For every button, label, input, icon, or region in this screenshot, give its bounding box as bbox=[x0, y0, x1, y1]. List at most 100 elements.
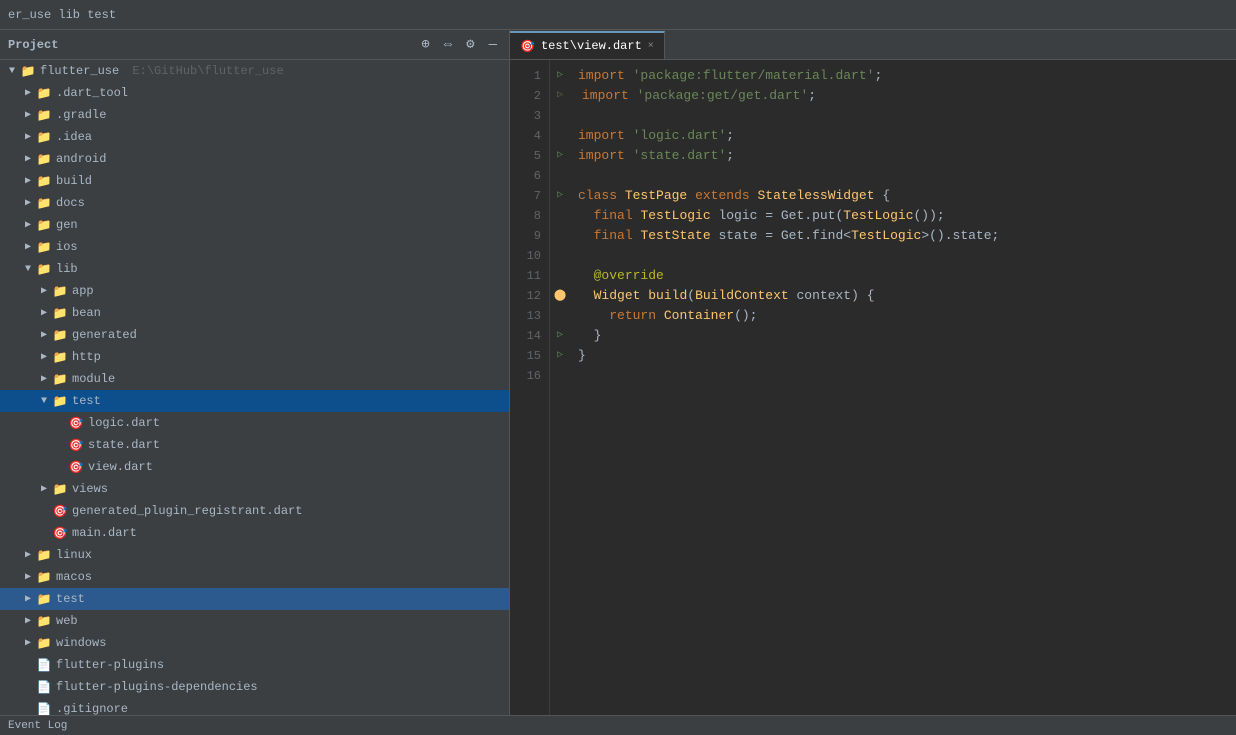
tree-item-main-dart[interactable]: 🎯 main.dart bbox=[0, 522, 509, 544]
tree-item-label: module bbox=[72, 372, 115, 386]
tree-item-label: .idea bbox=[56, 130, 92, 144]
line-num-7: 7 bbox=[510, 186, 541, 206]
code-editor: 1 2 3 4 5 6 7 8 9 10 11 12 13 14 15 16 ▷… bbox=[510, 60, 1236, 715]
tree-item-label: macos bbox=[56, 570, 92, 584]
tree-item-gradle[interactable]: ▶ 📁 .gradle bbox=[0, 104, 509, 126]
dart-file-icon: 🎯 bbox=[68, 439, 84, 451]
tree-item-generated-plugin[interactable]: 🎯 generated_plugin_registrant.dart bbox=[0, 500, 509, 522]
collapse-all-icon[interactable]: ⇔ bbox=[440, 35, 456, 55]
tree-item-gitignore[interactable]: 📄 .gitignore bbox=[0, 698, 509, 715]
tree-item-test-lib[interactable]: ▼ 📁 test bbox=[0, 390, 509, 412]
tree-item-flutter-plugins-dep[interactable]: 📄 flutter-plugins-dependencies bbox=[0, 676, 509, 698]
dart-file-icon: 🎯 bbox=[68, 417, 84, 429]
tree-item-android[interactable]: ▶ 📁 android bbox=[0, 148, 509, 170]
line-num-10: 10 bbox=[510, 246, 541, 266]
tree-item-idea[interactable]: ▶ 📁 .idea bbox=[0, 126, 509, 148]
tree-item-http[interactable]: ▶ 📁 http bbox=[0, 346, 509, 368]
gutter-14: ▷ bbox=[550, 326, 570, 346]
tree-item-dart-tool[interactable]: ▶ 📁 .dart_tool bbox=[0, 82, 509, 104]
code-line-13: return Container(); bbox=[578, 306, 1236, 326]
dart-file-icon: 🎯 bbox=[68, 461, 84, 473]
tree-item-bean[interactable]: ▶ 📁 bean bbox=[0, 302, 509, 324]
editor-area: 🎯 test\view.dart × 1 2 3 4 5 6 7 8 9 10 … bbox=[510, 30, 1236, 715]
code-line-4: import 'logic.dart'; bbox=[578, 126, 1236, 146]
tree-item-views[interactable]: ▶ 📁 views bbox=[0, 478, 509, 500]
gutter-8 bbox=[550, 206, 570, 226]
tree-item-logic-dart[interactable]: 🎯 logic.dart bbox=[0, 412, 509, 434]
tree-item-label: docs bbox=[56, 196, 85, 210]
settings-icon[interactable]: ⚙ bbox=[462, 34, 478, 55]
gutter-1: ▷ bbox=[550, 66, 570, 86]
add-icon[interactable]: ⊕ bbox=[417, 34, 433, 55]
tree-item-windows[interactable]: ▶ 📁 windows bbox=[0, 632, 509, 654]
project-root-icon: 📁 bbox=[20, 65, 36, 77]
code-line-16 bbox=[578, 366, 1236, 386]
folder-icon: 📁 bbox=[36, 109, 52, 121]
main-layout: Project ⊕ ⇔ ⚙ — ▼ 📁 flutter_use E:\GitHu… bbox=[0, 30, 1236, 715]
line-num-14: 14 bbox=[510, 326, 541, 346]
tree-item-flutter-plugins[interactable]: 📄 flutter-plugins bbox=[0, 654, 509, 676]
gutter-2: ▷ bbox=[550, 86, 570, 106]
dart-file-icon: 🎯 bbox=[52, 505, 68, 517]
config-file-icon: 📄 bbox=[36, 703, 52, 715]
gutter-16 bbox=[550, 366, 570, 386]
tree-item-web[interactable]: ▶ 📁 web bbox=[0, 610, 509, 632]
tree-item-module[interactable]: ▶ 📁 module bbox=[0, 368, 509, 390]
code-line-1: import 'package:flutter/material.dart'; bbox=[578, 66, 1236, 86]
tree-item-label: bean bbox=[72, 306, 101, 320]
gutter-10 bbox=[550, 246, 570, 266]
tree-item-macos[interactable]: ▶ 📁 macos bbox=[0, 566, 509, 588]
line-num-9: 9 bbox=[510, 226, 541, 246]
tab-dart-icon: 🎯 bbox=[520, 39, 535, 54]
expand-arrow: ▶ bbox=[20, 637, 36, 649]
tree-item-label: views bbox=[72, 482, 108, 496]
code-content[interactable]: import 'package:flutter/material.dart'; … bbox=[570, 60, 1236, 715]
expand-arrow: ▶ bbox=[36, 329, 52, 341]
line-num-5: 5 bbox=[510, 146, 541, 166]
expand-arrow: ▶ bbox=[36, 285, 52, 297]
gutter-9 bbox=[550, 226, 570, 246]
tree-item-docs[interactable]: ▶ 📁 docs bbox=[0, 192, 509, 214]
code-line-6 bbox=[578, 166, 1236, 186]
gutter-7: ▷ bbox=[550, 186, 570, 206]
line-num-13: 13 bbox=[510, 306, 541, 326]
tree-item-label: build bbox=[56, 174, 92, 188]
tree-item-lib[interactable]: ▼ 📁 lib bbox=[0, 258, 509, 280]
code-line-7: class TestPage extends StatelessWidget { bbox=[578, 186, 1236, 206]
dart-file-icon: 🎯 bbox=[52, 527, 68, 539]
tree-item-label: test bbox=[56, 592, 85, 606]
minimize-icon[interactable]: — bbox=[485, 35, 501, 55]
gutter-15: ▷ bbox=[550, 346, 570, 366]
line-num-1: 1 bbox=[510, 66, 541, 86]
tree-item-generated[interactable]: ▶ 📁 generated bbox=[0, 324, 509, 346]
tree-item-build[interactable]: ▶ 📁 build bbox=[0, 170, 509, 192]
tree-item-label: state.dart bbox=[88, 438, 160, 452]
line-numbers: 1 2 3 4 5 6 7 8 9 10 11 12 13 14 15 16 bbox=[510, 60, 550, 715]
tree-item-gen[interactable]: ▶ 📁 gen bbox=[0, 214, 509, 236]
code-line-10 bbox=[578, 246, 1236, 266]
expand-arrow: ▶ bbox=[36, 351, 52, 363]
code-line-11: @override bbox=[578, 266, 1236, 286]
project-root-label: flutter_use E:\GitHub\flutter_use bbox=[40, 64, 284, 78]
event-log-label[interactable]: Event Log bbox=[8, 720, 67, 732]
gutter-6 bbox=[550, 166, 570, 186]
tree-item-linux[interactable]: ▶ 📁 linux bbox=[0, 544, 509, 566]
file-tree[interactable]: ▼ 📁 flutter_use E:\GitHub\flutter_use ▶ … bbox=[0, 60, 509, 715]
tree-item-ios[interactable]: ▶ 📁 ios bbox=[0, 236, 509, 258]
tree-item-test-root[interactable]: ▶ 📁 test bbox=[0, 588, 509, 610]
tree-item-label: android bbox=[56, 152, 106, 166]
line-num-8: 8 bbox=[510, 206, 541, 226]
tree-root-item[interactable]: ▼ 📁 flutter_use E:\GitHub\flutter_use bbox=[0, 60, 509, 82]
tab-close-button[interactable]: × bbox=[648, 41, 654, 52]
tree-item-state-dart[interactable]: 🎯 state.dart bbox=[0, 434, 509, 456]
editor-tab-view-dart[interactable]: 🎯 test\view.dart × bbox=[510, 31, 665, 59]
tree-item-label: main.dart bbox=[72, 526, 137, 540]
tree-item-label: test bbox=[72, 394, 101, 408]
tree-item-app[interactable]: ▶ 📁 app bbox=[0, 280, 509, 302]
expand-arrow: ▶ bbox=[20, 197, 36, 209]
tree-item-label: ios bbox=[56, 240, 78, 254]
folder-icon: 📁 bbox=[36, 197, 52, 209]
tree-item-view-dart[interactable]: 🎯 view.dart bbox=[0, 456, 509, 478]
breadcrumb-bar: er_use lib test bbox=[0, 0, 1236, 30]
project-panel-title: Project bbox=[8, 38, 411, 52]
